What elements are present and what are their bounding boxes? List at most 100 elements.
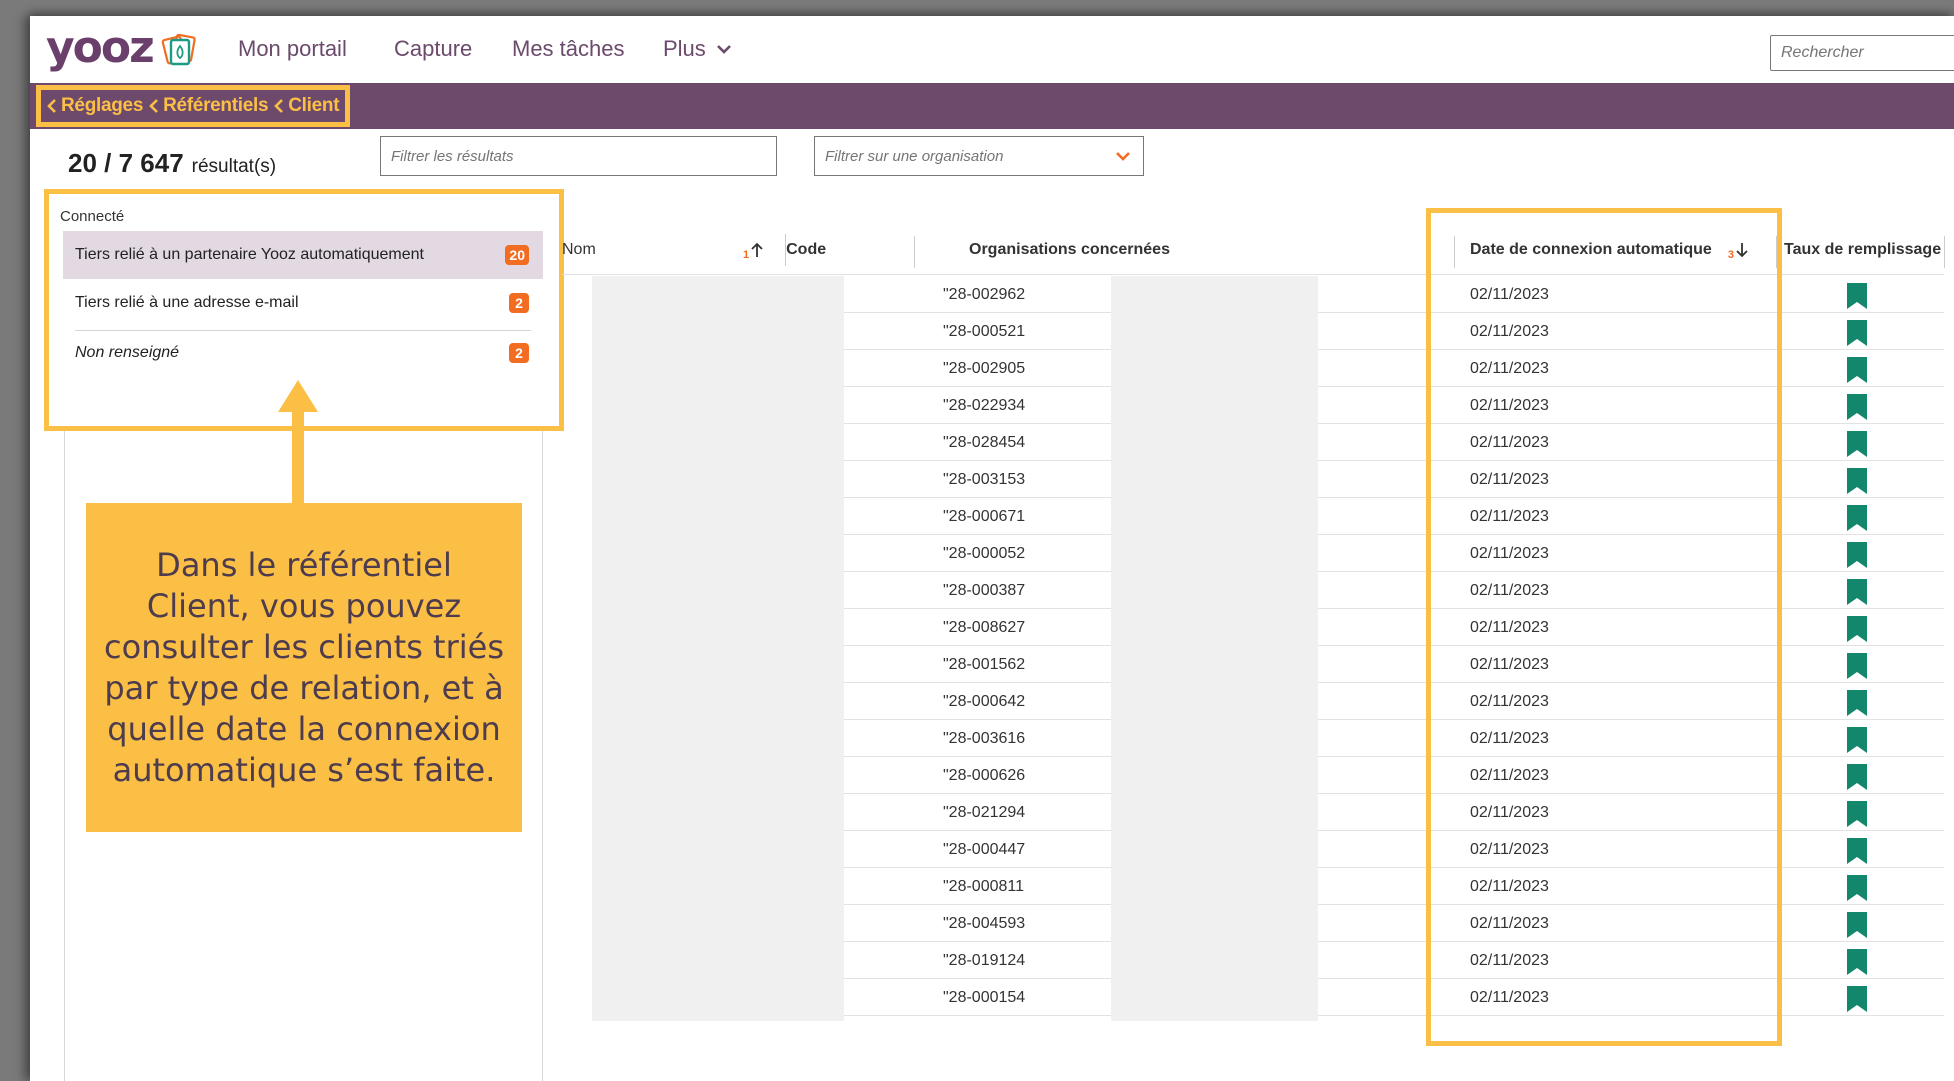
column-header-taux-remplissage[interactable]: Taux de remplissage xyxy=(1784,226,1941,274)
yooz-logo[interactable]: yooz xyxy=(46,22,199,73)
callout-text: Dans le référentiel Client, vous pouvez … xyxy=(104,545,504,789)
column-header-organisations[interactable]: Organisations concernées xyxy=(969,226,1170,274)
cell-code: "28-001562 xyxy=(943,656,1026,673)
cell-date-connexion: 02/11/2023 xyxy=(1470,989,1549,1006)
cell-code: "28-019124 xyxy=(943,952,1026,969)
annotation-callout: Dans le référentiel Client, vous pouvez … xyxy=(86,503,522,832)
chevron-left-icon xyxy=(149,99,159,113)
table-row[interactable]: "28-019124 02/11/2023 xyxy=(560,942,1954,979)
table-row[interactable]: "28-000521 02/11/2023 xyxy=(560,313,1954,350)
column-header-nom[interactable]: Nom xyxy=(562,226,596,274)
breadcrumb-client[interactable]: Client xyxy=(274,95,340,117)
column-separator xyxy=(1776,236,1777,268)
cell-date-connexion: 02/11/2023 xyxy=(1470,508,1549,525)
bookmark-icon xyxy=(1847,283,1867,309)
filter-organisation-input[interactable] xyxy=(815,137,1103,175)
cell-date-connexion: 02/11/2023 xyxy=(1470,952,1549,969)
bookmark-icon xyxy=(1847,320,1867,346)
facet-item-partenaire[interactable]: Tiers relié à un partenaire Yooz automat… xyxy=(63,231,543,279)
nav-plus-label: Plus xyxy=(663,36,706,61)
bookmark-icon xyxy=(1847,616,1867,642)
bookmark-icon xyxy=(1847,468,1867,494)
filter-organisation-select[interactable] xyxy=(814,136,1144,176)
table-row[interactable]: "28-002962 02/11/2023 xyxy=(560,276,1954,313)
cell-date-connexion: 02/11/2023 xyxy=(1470,323,1549,340)
bookmark-icon xyxy=(1847,801,1867,827)
cell-code: "28-000521 xyxy=(943,323,1026,340)
cell-code: "28-004593 xyxy=(943,915,1026,932)
cell-date-connexion: 02/11/2023 xyxy=(1470,434,1549,451)
breadcrumb-referentiels[interactable]: Référentiels xyxy=(149,95,269,117)
facet-title: Connecté xyxy=(60,208,125,225)
chevron-left-icon xyxy=(274,99,284,113)
bookmark-icon xyxy=(1847,542,1867,568)
cell-code: "28-000811 xyxy=(943,878,1025,895)
table-row[interactable]: "28-022934 02/11/2023 xyxy=(560,387,1954,424)
filter-results-field[interactable] xyxy=(380,136,777,176)
cell-code: "28-003153 xyxy=(943,471,1026,488)
cell-code: "28-000671 xyxy=(943,508,1026,525)
logo-wordmark: yooz xyxy=(46,22,155,73)
table-row[interactable]: "28-028454 02/11/2023 xyxy=(560,424,1954,461)
bookmark-icon xyxy=(1847,838,1867,864)
facet-item-label: Tiers relié à une adresse e-mail xyxy=(75,294,299,311)
bookmark-icon xyxy=(1847,394,1867,420)
table-row[interactable]: "28-000154 02/11/2023 xyxy=(560,979,1954,1016)
table-row[interactable]: "28-021294 02/11/2023 xyxy=(560,794,1954,831)
breadcrumb-reglages[interactable]: Réglages xyxy=(47,95,143,117)
facet-item-non-renseigne[interactable]: Non renseigné 2 xyxy=(63,329,543,377)
nav-mes-taches[interactable]: Mes tâches xyxy=(512,36,625,62)
chevron-down-icon[interactable] xyxy=(1103,150,1143,162)
cell-date-connexion: 02/11/2023 xyxy=(1470,397,1549,414)
cell-code: "28-000626 xyxy=(943,767,1026,784)
cell-code: "28-002962 xyxy=(943,286,1026,303)
search-input[interactable] xyxy=(1771,36,1954,70)
breadcrumb-label: Réglages xyxy=(61,95,144,116)
table-row[interactable]: "28-003616 02/11/2023 xyxy=(560,720,1954,757)
table-row[interactable]: "28-002905 02/11/2023 xyxy=(560,350,1954,387)
facet-item-email[interactable]: Tiers relié à une adresse e-mail 2 xyxy=(63,279,543,327)
nav-capture[interactable]: Capture xyxy=(394,36,472,62)
cell-code: "28-021294 xyxy=(943,804,1026,821)
cell-date-connexion: 02/11/2023 xyxy=(1470,841,1549,858)
table-row[interactable]: "28-000811 02/11/2023 xyxy=(560,868,1954,905)
bookmark-icon xyxy=(1847,357,1867,383)
results-label: résultat(s) xyxy=(191,156,277,177)
bookmark-icon xyxy=(1847,875,1867,901)
cell-date-connexion: 02/11/2023 xyxy=(1470,619,1549,636)
sort-indicator[interactable]: 3 xyxy=(1728,242,1749,261)
table-row[interactable]: "28-001562 02/11/2023 xyxy=(560,646,1954,683)
table-row[interactable]: "28-000626 02/11/2023 xyxy=(560,757,1954,794)
column-header-label: Date de connexion automatique xyxy=(1470,241,1712,258)
facet-item-label: Non renseigné xyxy=(75,344,180,361)
table-row[interactable]: "28-000671 02/11/2023 xyxy=(560,498,1954,535)
table-row[interactable]: "28-000447 02/11/2023 xyxy=(560,831,1954,868)
nav-plus-menu[interactable]: Plus xyxy=(663,36,732,62)
sort-indicator[interactable]: 1 xyxy=(743,242,764,261)
bookmark-icon xyxy=(1847,653,1867,679)
table-row[interactable]: "28-008627 02/11/2023 xyxy=(560,609,1954,646)
column-header-label: Taux de remplissage xyxy=(1784,241,1942,258)
cell-date-connexion: 02/11/2023 xyxy=(1470,656,1549,673)
column-separator xyxy=(1454,236,1455,268)
cell-date-connexion: 02/11/2023 xyxy=(1470,360,1549,377)
bookmark-icon xyxy=(1847,986,1867,1012)
cell-code: "28-028454 xyxy=(943,434,1026,451)
column-separator xyxy=(914,236,915,268)
search-field[interactable] xyxy=(1770,35,1954,71)
bookmark-icon xyxy=(1847,579,1867,605)
filter-results-input[interactable] xyxy=(381,137,776,175)
column-header-date-connexion[interactable]: Date de connexion automatique 3 xyxy=(1470,226,1749,274)
chevron-down-icon xyxy=(716,45,731,54)
cell-code: "28-000447 xyxy=(943,841,1026,858)
column-header-code[interactable]: 1 Code xyxy=(743,226,826,274)
table-row[interactable]: "28-000052 02/11/2023 xyxy=(560,535,1954,572)
table-row[interactable]: "28-003153 02/11/2023 xyxy=(560,461,1954,498)
cell-code: "28-002905 xyxy=(943,360,1026,377)
bookmark-icon xyxy=(1847,949,1867,975)
nav-mon-portail[interactable]: Mon portail xyxy=(238,36,347,62)
table-row[interactable]: "28-004593 02/11/2023 xyxy=(560,905,1954,942)
table-row[interactable]: "28-000387 02/11/2023 xyxy=(560,572,1954,609)
row-divider xyxy=(1318,1015,1944,1016)
table-row[interactable]: "28-000642 02/11/2023 xyxy=(560,683,1954,720)
